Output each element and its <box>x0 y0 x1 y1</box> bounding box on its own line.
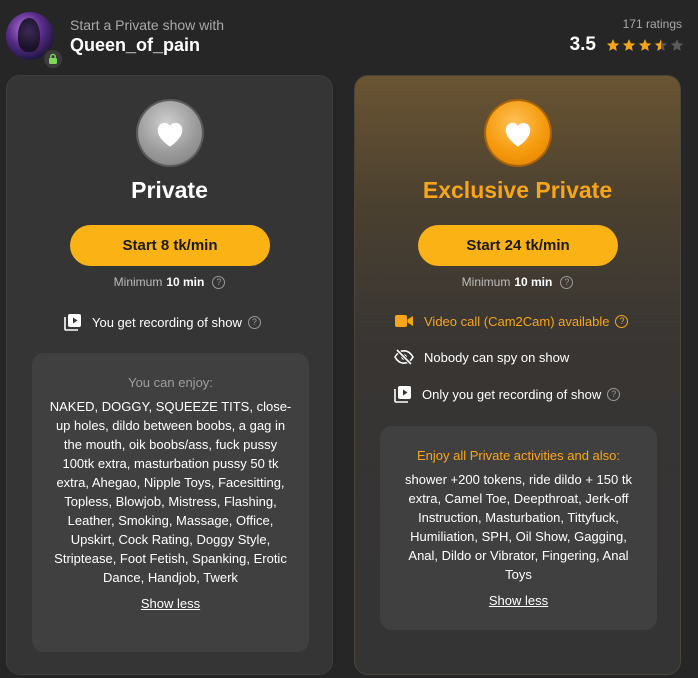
exclusive-card: Exclusive Private Start 24 tk/min Minimu… <box>354 75 681 675</box>
star-icon <box>638 39 652 51</box>
recording-icon <box>64 314 81 331</box>
video-camera-icon <box>395 315 413 327</box>
exclusive-feature-video-call: Video call (Cam2Cam) available ? <box>394 313 629 329</box>
empty-star-icon <box>670 39 684 51</box>
ratings-count: 171 ratings <box>622 17 682 31</box>
star-icon <box>606 39 620 51</box>
help-icon[interactable]: ? <box>212 275 226 289</box>
avatar[interactable] <box>6 12 64 70</box>
lock-icon <box>42 48 64 70</box>
star-icon <box>622 39 636 51</box>
exclusive-feature-no-spy: Nobody can spy on show <box>394 349 569 365</box>
rating-stars <box>606 38 684 52</box>
exclusive-show-less-link[interactable]: Show less <box>489 593 548 608</box>
eye-off-icon <box>394 349 414 365</box>
private-enjoy-box: You can enjoy: NAKED, DOGGY, SQUEEZE TIT… <box>32 353 309 652</box>
help-icon[interactable]: ? <box>607 387 621 401</box>
header-subtitle: Start a Private show with <box>70 17 225 33</box>
private-title: Private <box>131 177 208 203</box>
heart-icon <box>485 101 550 165</box>
private-box-heading: You can enjoy: <box>128 375 213 390</box>
start-private-button[interactable]: Start 8 tk/min <box>70 225 270 266</box>
heart-icon <box>137 101 202 165</box>
private-box-text: NAKED, DOGGY, SQUEEZE TITS, close-up hol… <box>49 399 292 585</box>
exclusive-box-heading: Enjoy all Private activities and also: <box>416 448 621 463</box>
half-star-icon <box>654 39 668 51</box>
rating-value: 3.5 <box>569 34 596 55</box>
private-minimum: Minimum 10 min ? <box>7 275 332 289</box>
exclusive-feature-recording: Only you get recording of show ? <box>394 385 621 403</box>
exclusive-title: Exclusive Private <box>422 177 613 203</box>
help-icon[interactable]: ? <box>615 314 629 328</box>
header: Start a Private show with Queen_of_pain … <box>0 0 698 70</box>
model-name[interactable]: Queen_of_pain <box>70 35 200 56</box>
exclusive-box-text: shower +200 tokens, ride dildo + 150 tk … <box>405 472 632 582</box>
help-icon[interactable]: ? <box>560 275 574 289</box>
exclusive-enjoy-box: Enjoy all Private activities and also: s… <box>380 426 657 630</box>
start-exclusive-button[interactable]: Start 24 tk/min <box>418 225 618 266</box>
help-icon[interactable]: ? <box>247 315 261 329</box>
exclusive-minimum: Minimum 10 min ? <box>355 275 680 289</box>
private-feature-recording: You get recording of show ? <box>64 313 261 331</box>
recording-icon <box>394 386 411 403</box>
rating-row: 3.5 <box>570 34 684 56</box>
private-card: Private Start 8 tk/min Minimum 10 min ? … <box>6 75 333 675</box>
private-show-less-link[interactable]: Show less <box>141 596 200 611</box>
